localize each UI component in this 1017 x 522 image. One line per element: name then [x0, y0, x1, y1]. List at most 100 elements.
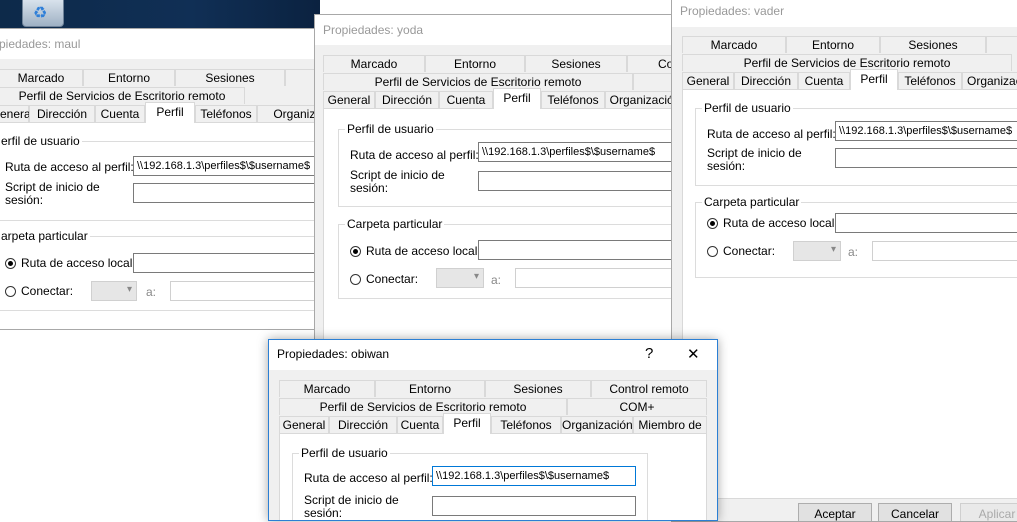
local-path-radio[interactable] [707, 218, 718, 229]
tab-panel-perfil: Perfil de usuario Ruta de acceso al perf… [323, 108, 675, 345]
tab-cuenta[interactable]: Cuenta [95, 105, 145, 122]
tab-general[interactable]: General [323, 91, 375, 108]
title-bar[interactable]: Propiedades: obiwan ? ✕ [269, 340, 717, 370]
tab-entorno[interactable]: Entorno [786, 36, 880, 53]
connect-radio[interactable] [707, 246, 718, 257]
drive-select[interactable]: ▾ [793, 241, 841, 261]
group-label: Perfil de usuario [299, 446, 390, 460]
local-path-radio[interactable] [5, 258, 16, 269]
tab-com[interactable] [633, 73, 675, 90]
tab-perfil-escritorio-remoto[interactable]: Perfil de Servicios de Escritorio remoto [0, 87, 245, 104]
tab-control-remoto[interactable] [986, 36, 1017, 53]
logon-script-input[interactable] [835, 148, 1017, 168]
window-title: Propiedades: vader [680, 4, 785, 18]
help-icon[interactable]: ? [645, 345, 653, 362]
group-label: Carpeta particular [702, 195, 802, 209]
title-bar[interactable]: piedades: maul [0, 29, 339, 59]
tab-sesiones[interactable]: Sesiones [485, 380, 591, 397]
tab-control-remoto[interactable]: Co [627, 55, 675, 72]
tab-direccion[interactable]: Dirección [734, 72, 798, 89]
tab-com[interactable]: COM+ [567, 398, 707, 415]
chevron-down-icon: ▾ [830, 244, 836, 255]
to-label: a: [491, 273, 502, 287]
tab-telefonos[interactable]: Teléfonos [195, 105, 257, 122]
tab-sesiones[interactable]: Sesiones [525, 55, 627, 72]
tab-marcado[interactable]: Marcado [279, 380, 375, 397]
tab-sesiones[interactable]: Sesiones [880, 36, 986, 53]
tab-marcado[interactable]: Marcado [0, 69, 83, 86]
tab-direccion[interactable]: Dirección [375, 91, 439, 108]
desktop-background: ♻ [0, 0, 320, 30]
tab-marcado[interactable]: Marcado [323, 55, 425, 72]
tab-sesiones[interactable]: Sesiones [175, 69, 285, 86]
tab-panel-perfil: Perfil de usuario Ruta de acceso al perf… [682, 89, 1017, 499]
tab-perfil-escritorio-remoto[interactable]: Perfil de Servicios de Escritorio remoto [682, 54, 1012, 71]
connect-path-input[interactable] [515, 268, 675, 288]
tab-panel-perfil: erfil de usuario Ruta de acceso al perfi… [0, 122, 339, 329]
tab-perfil-escritorio-remoto[interactable]: Perfil de Servicios de Escritorio remoto [323, 73, 633, 90]
tab-control-remoto[interactable]: Control remoto [591, 380, 707, 397]
title-bar[interactable]: Propiedades: vader [672, 0, 1017, 27]
logon-script-label-2: sesión: [5, 193, 44, 207]
connect-radio[interactable] [350, 274, 361, 285]
tab-perfil[interactable]: Perfil [443, 413, 491, 434]
tab-cuenta[interactable]: Cuenta [439, 91, 493, 108]
tab-general[interactable]: General [279, 416, 329, 433]
tab-general[interactable]: General [682, 72, 734, 89]
tab-telefonos[interactable]: Teléfonos [898, 72, 962, 89]
tab-entorno[interactable]: Entorno [375, 380, 485, 397]
window-yoda[interactable]: Propiedades: yoda Marcado Entorno Sesion… [314, 14, 676, 346]
window-vader[interactable]: Propiedades: vader Marcado Entorno Sesio… [671, 0, 1017, 522]
tab-miembro-de[interactable]: Miembro de [633, 416, 707, 433]
to-label: a: [848, 245, 859, 259]
group-label: Perfil de usuario [702, 101, 793, 115]
window-maul[interactable]: piedades: maul Marcado Entorno Sesiones … [0, 28, 340, 330]
tab-cuenta[interactable]: Cuenta [397, 416, 443, 433]
title-bar[interactable]: Propiedades: yoda [315, 15, 675, 45]
tab-perfil-escritorio-remoto[interactable]: Perfil de Servicios de Escritorio remoto [279, 398, 567, 415]
logon-script-input[interactable] [478, 171, 675, 191]
local-path-label: Ruta de acceso local: [21, 256, 136, 270]
profile-path-label: Ruta de acceso al perfil: [350, 148, 479, 162]
tab-perfil[interactable]: Perfil [145, 102, 195, 123]
logon-script-label-2: sesión: [350, 181, 389, 195]
close-icon[interactable]: ✕ [687, 345, 700, 363]
tab-entorno[interactable]: Entorno [425, 55, 525, 72]
tab-perfil[interactable]: Perfil [493, 88, 541, 109]
profile-path-input[interactable]: \\192.168.1.3\perfiles$\$username$ [133, 156, 339, 176]
profile-path-input[interactable]: \\192.168.1.3\perfiles$\$username$ [478, 142, 675, 162]
tab-organizacion[interactable]: Organización [561, 416, 633, 433]
chevron-down-icon: ▾ [126, 284, 132, 295]
group-label: arpeta particular [0, 229, 90, 243]
local-path-radio[interactable] [350, 246, 361, 257]
tab-organizacion[interactable]: Organización [962, 72, 1017, 89]
logon-script-input[interactable] [133, 183, 339, 203]
tab-direccion[interactable]: Dirección [29, 105, 95, 122]
local-path-label: Ruta de acceso local: [366, 244, 481, 258]
local-path-input[interactable] [478, 240, 675, 260]
drive-select[interactable]: ▾ [436, 268, 484, 288]
tab-cuenta[interactable]: Cuenta [798, 72, 850, 89]
profile-path-input[interactable]: \\192.168.1.3\perfiles$\$username$ [432, 466, 636, 486]
tab-direccion[interactable]: Dirección [329, 416, 397, 433]
tab-organizacion[interactable]: Organización [605, 91, 675, 108]
tab-entorno[interactable]: Entorno [83, 69, 175, 86]
tab-general[interactable]: eneral [0, 105, 33, 122]
window-obiwan[interactable]: Propiedades: obiwan ? ✕ Marcado Entorno … [268, 339, 718, 521]
connect-path-input[interactable] [872, 241, 1017, 261]
profile-path-label: Ruta de acceso al perfil: [707, 127, 836, 141]
profile-path-label: Ruta de acceso al perfil: [304, 471, 433, 485]
tab-telefonos[interactable]: Teléfonos [491, 416, 561, 433]
profile-path-input[interactable]: \\192.168.1.3\perfiles$\$username$ [835, 121, 1017, 141]
local-path-label: Ruta de acceso local: [723, 216, 838, 230]
drive-select[interactable]: ▾ [91, 281, 137, 301]
logon-script-input[interactable] [432, 496, 636, 516]
local-path-input[interactable] [835, 213, 1017, 233]
tab-marcado[interactable]: Marcado [682, 36, 786, 53]
tab-perfil[interactable]: Perfil [850, 69, 898, 90]
logon-script-label-2: sesión: [707, 159, 746, 173]
local-path-input[interactable] [133, 253, 339, 273]
connect-radio[interactable] [5, 286, 16, 297]
tab-telefonos[interactable]: Teléfonos [541, 91, 605, 108]
recycle-bin-icon[interactable]: ♻ [22, 0, 64, 27]
